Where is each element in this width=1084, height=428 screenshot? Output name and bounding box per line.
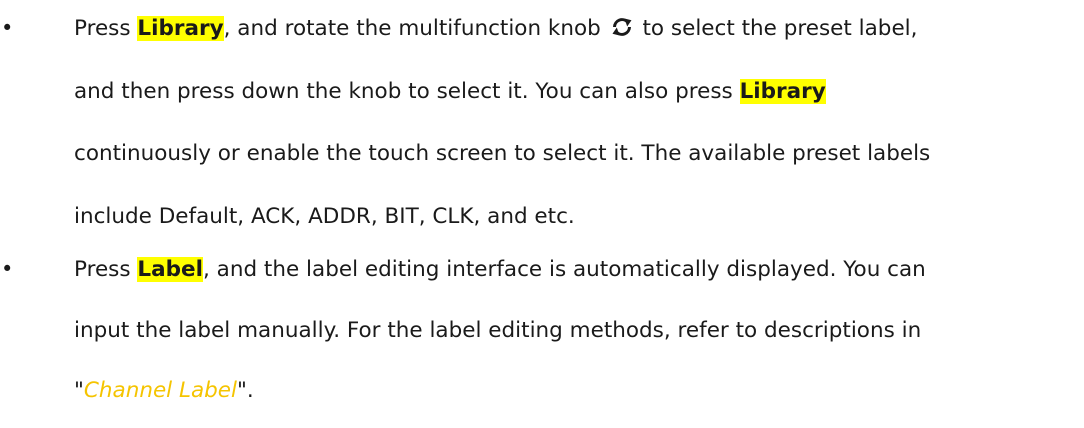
library-key-label: Library bbox=[739, 79, 826, 104]
quote-open: " bbox=[74, 378, 84, 403]
text-line: input the label manually. For the label … bbox=[74, 318, 922, 343]
text-line: "Channel Label". bbox=[74, 364, 254, 417]
text-line: and then press down the knob to select i… bbox=[74, 65, 826, 118]
text-segment: and then press down the knob to select i… bbox=[74, 79, 740, 104]
text-segment: , and the label editing interface is aut… bbox=[202, 257, 926, 282]
text-line: continuously or enable the touch screen … bbox=[74, 141, 931, 166]
text-segment: , and rotate the multifunction knob bbox=[223, 16, 608, 41]
text-segment: Press bbox=[74, 16, 138, 41]
document-body: • Press Library, and rotate the multifun… bbox=[0, 0, 1084, 428]
text-segment: to select the preset label, bbox=[635, 16, 918, 41]
library-key-label: Library bbox=[137, 16, 224, 41]
text-segment: Press bbox=[74, 257, 138, 282]
text-line: include Default, ACK, ADDR, BIT, CLK, an… bbox=[74, 204, 575, 229]
bullet: • bbox=[1, 16, 14, 40]
bullet: • bbox=[1, 257, 14, 281]
text-line: Press Library, and rotate the multifunct… bbox=[74, 2, 918, 58]
text-line: Press Label, and the label editing inter… bbox=[74, 243, 926, 296]
quote-close: ". bbox=[237, 378, 254, 403]
channel-label-link[interactable]: Channel Label bbox=[84, 378, 237, 403]
label-key-label: Label bbox=[137, 257, 203, 282]
rotate-knob-icon bbox=[610, 5, 634, 58]
